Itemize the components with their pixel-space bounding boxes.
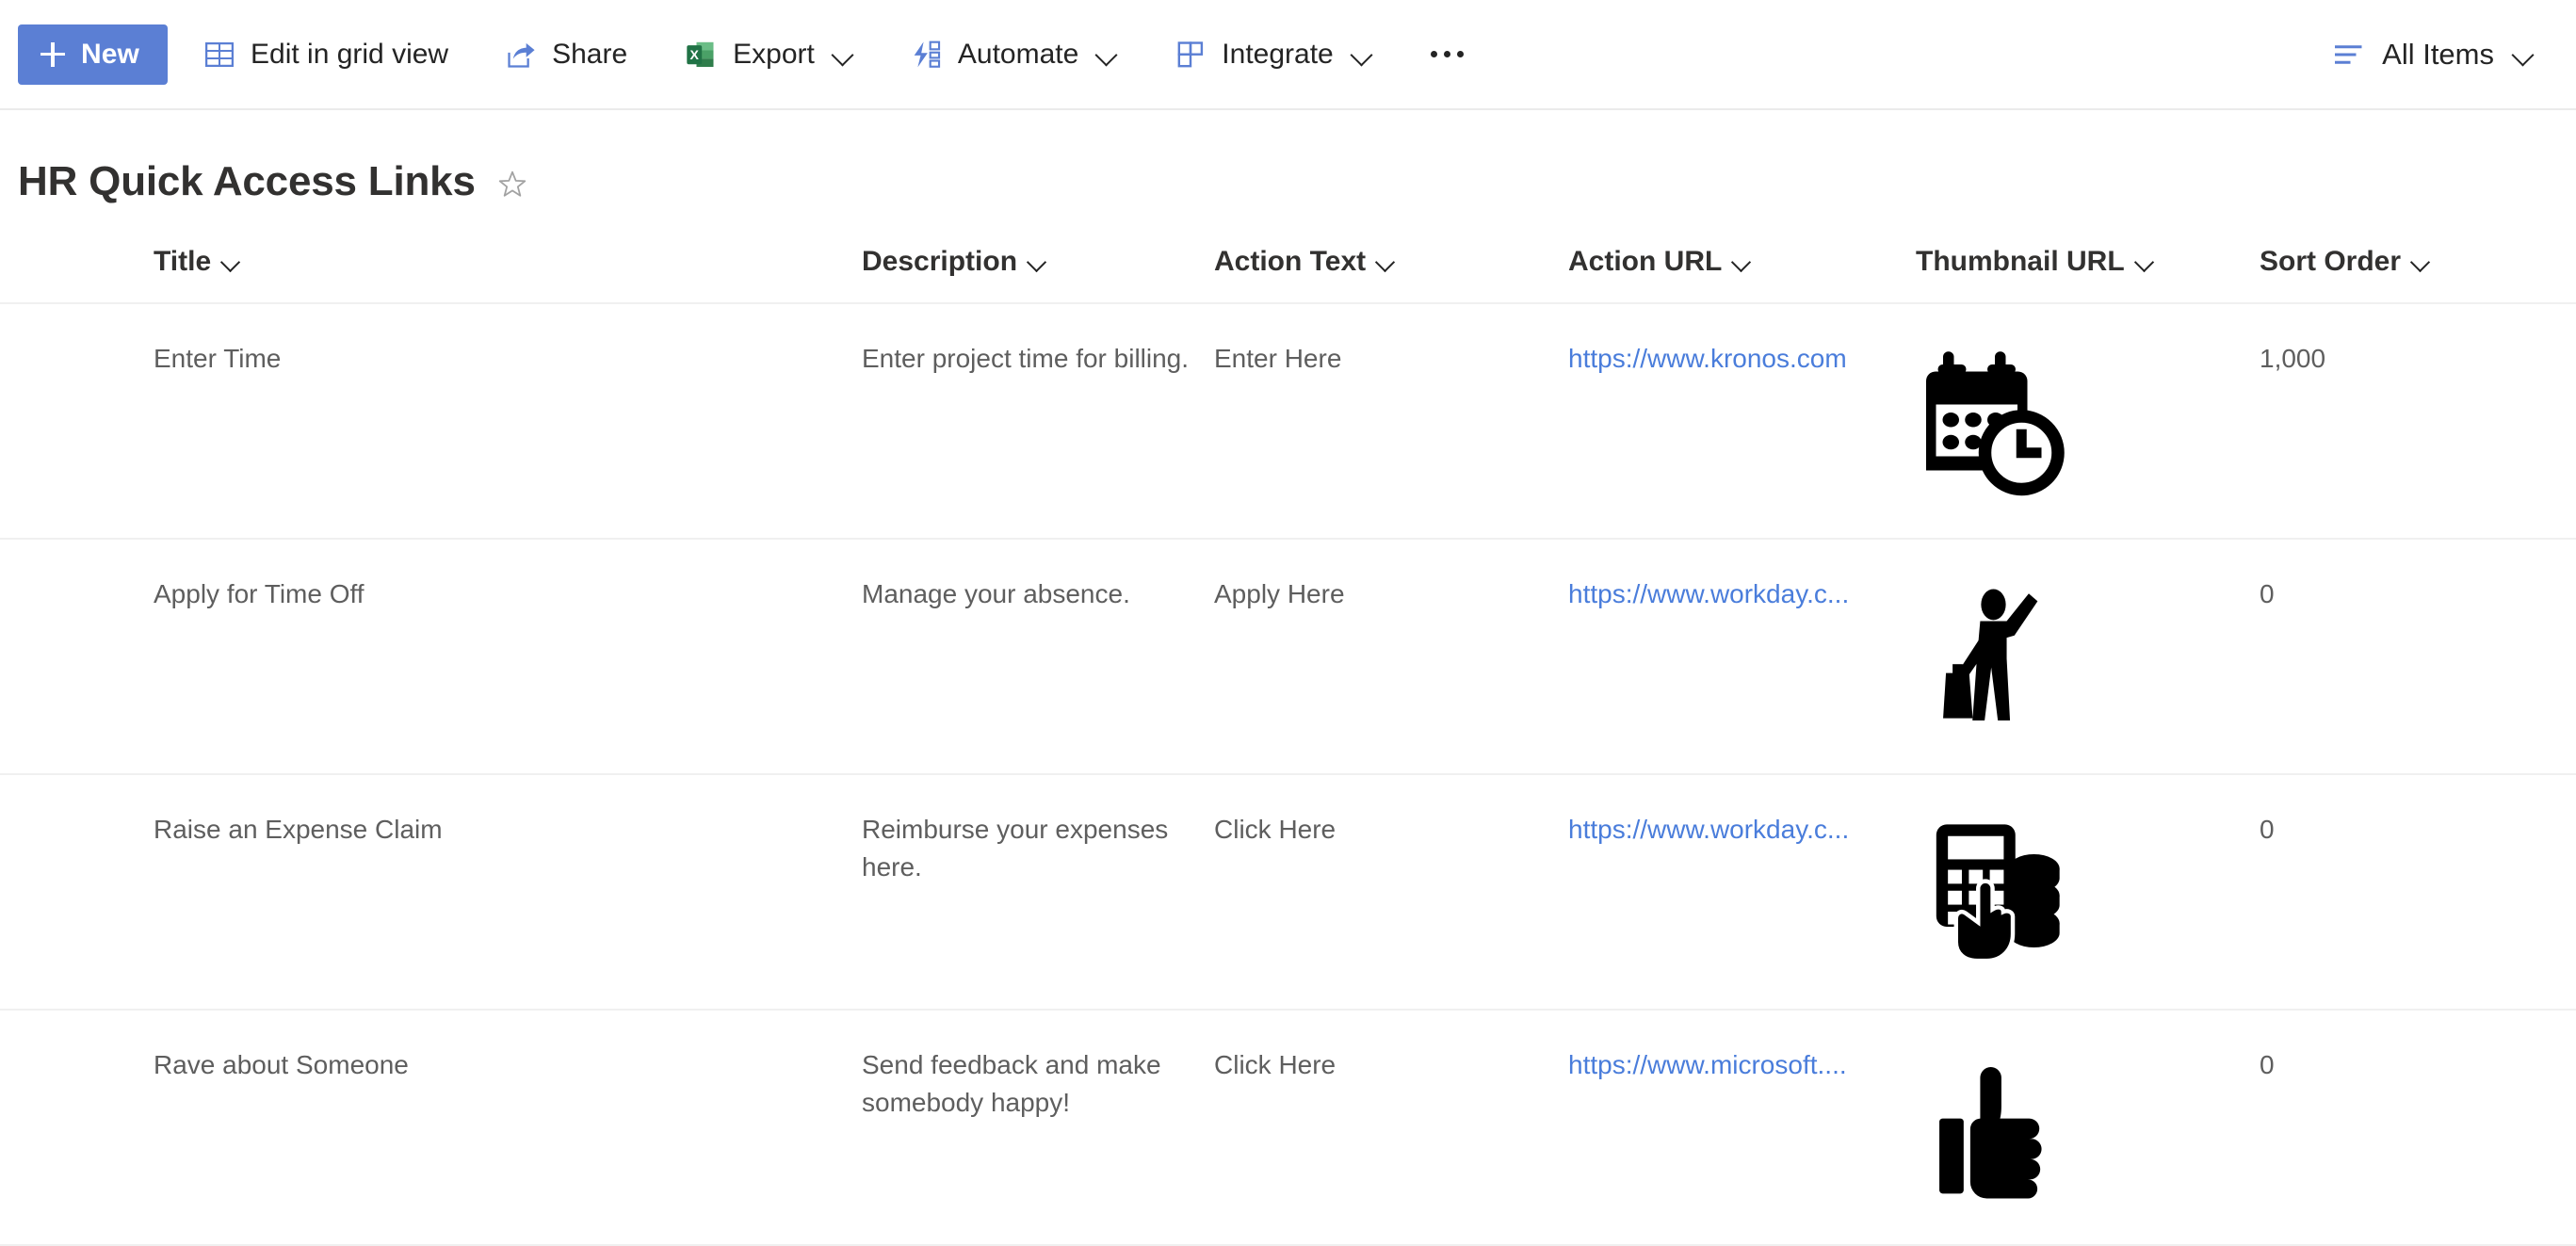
row-gutter xyxy=(0,774,154,1010)
command-bar: New Edit in grid view Share X Export Aut… xyxy=(0,0,2576,110)
cell-description: Manage your absence. xyxy=(862,579,1130,609)
cell-description: Reimburse your expenses here. xyxy=(862,815,1169,882)
table-row[interactable]: Enter Time Enter project time for billin… xyxy=(0,303,2576,539)
edit-in-grid-view-button[interactable]: Edit in grid view xyxy=(183,24,469,85)
ellipsis-dot-icon xyxy=(1431,51,1438,57)
cell-title: Raise an Expense Claim xyxy=(154,815,443,845)
edit-in-grid-view-label: Edit in grid view xyxy=(251,38,449,70)
table-row[interactable]: Raise an Expense Claim Reimburse your ex… xyxy=(0,774,2576,1010)
cell-title: Rave about Someone xyxy=(154,1050,409,1080)
export-label: Export xyxy=(733,38,815,70)
svg-text:X: X xyxy=(690,46,700,61)
cell-action-url[interactable]: https://www.microsoft.... xyxy=(1568,1010,1916,1245)
table-row[interactable]: Apply for Time Off Manage your absence. … xyxy=(0,539,2576,774)
cell-action-text: Click Here xyxy=(1214,815,1337,845)
grid-icon xyxy=(203,39,235,71)
cell-sort-order: 0 xyxy=(2260,815,2275,845)
command-bar-right-group: All Items xyxy=(2332,0,2535,108)
automate-label: Automate xyxy=(957,38,1079,70)
share-icon xyxy=(505,39,537,71)
action-url-link[interactable]: https://www.kronos.com xyxy=(1568,344,1847,373)
cell-title: Enter Time xyxy=(154,344,282,374)
cell-action-text: Click Here xyxy=(1214,1050,1337,1080)
chevron-down-icon xyxy=(2514,44,2535,65)
view-selector[interactable]: All Items xyxy=(2332,38,2535,72)
chevron-down-icon xyxy=(1733,251,1754,272)
action-url-link[interactable]: https://www.workday.c... xyxy=(1568,815,1849,844)
excel-icon: X xyxy=(684,38,718,72)
cell-thumbnail xyxy=(1916,1010,2260,1245)
list-table: Title Description Action Text Action URL… xyxy=(0,246,2576,1246)
integrate-button[interactable]: Integrate xyxy=(1154,24,1393,85)
column-header-title-label: Title xyxy=(154,246,212,278)
action-url-link[interactable]: https://www.workday.c... xyxy=(1568,579,1849,608)
cell-action-url[interactable]: https://www.workday.c... xyxy=(1568,774,1916,1010)
favorite-star-icon[interactable] xyxy=(496,163,528,201)
cell-description: Enter project time for billing. xyxy=(862,344,1190,374)
list-view-icon xyxy=(2332,40,2366,69)
column-header-action-url[interactable]: Action URL xyxy=(1568,246,1916,303)
share-button[interactable]: Share xyxy=(484,24,648,85)
integrate-icon xyxy=(1175,39,1207,71)
table-row[interactable]: Rave about Someone Send feedback and mak… xyxy=(0,1010,2576,1246)
cell-sort-order: 0 xyxy=(2260,579,2275,609)
cell-thumbnail xyxy=(1916,774,2260,1010)
ellipsis-dot-icon xyxy=(1457,51,1465,57)
chevron-down-icon xyxy=(834,44,854,65)
row-gutter xyxy=(0,246,154,303)
column-header-thumbnail-url-label: Thumbnail URL xyxy=(1916,246,2125,278)
ellipsis-dot-icon xyxy=(1444,51,1451,57)
cell-description: Send feedback and make somebody happy! xyxy=(862,1050,1161,1118)
cell-title: Apply for Time Off xyxy=(154,579,365,609)
new-button-label: New xyxy=(81,38,139,70)
action-url-link[interactable]: https://www.microsoft.... xyxy=(1568,1050,1847,1079)
integrate-label: Integrate xyxy=(1222,38,1334,70)
chevron-down-icon xyxy=(1097,44,1118,65)
thumbs-up-icon xyxy=(1916,1046,2078,1208)
list-header-row: Title Description Action Text Action URL… xyxy=(0,246,2576,303)
page-header: HR Quick Access Links xyxy=(0,110,2576,204)
page-title: HR Quick Access Links xyxy=(18,158,476,204)
cell-action-url[interactable]: https://www.kronos.com xyxy=(1568,303,1916,539)
traveler-luggage-icon xyxy=(1916,575,2078,737)
new-button[interactable]: New xyxy=(18,24,168,85)
list-body: Enter Time Enter project time for billin… xyxy=(0,303,2576,1246)
column-header-thumbnail-url[interactable]: Thumbnail URL xyxy=(1916,246,2260,303)
chevron-down-icon xyxy=(1353,44,1373,65)
calculator-coins-icon xyxy=(1916,811,2078,973)
view-selector-label: All Items xyxy=(2382,37,2494,71)
chevron-down-icon xyxy=(1377,251,1398,272)
more-options-button[interactable] xyxy=(1415,24,1481,85)
cell-action-url[interactable]: https://www.workday.c... xyxy=(1568,539,1916,774)
cell-action-text: Apply Here xyxy=(1214,579,1345,609)
list-container: Title Description Action Text Action URL… xyxy=(0,246,2576,1246)
plus-icon xyxy=(41,41,65,67)
cell-thumbnail xyxy=(1916,303,2260,539)
row-gutter xyxy=(0,303,154,539)
column-header-sort-order[interactable]: Sort Order xyxy=(2260,246,2576,303)
column-header-action-text[interactable]: Action Text xyxy=(1214,246,1568,303)
row-gutter xyxy=(0,539,154,774)
cell-sort-order: 1,000 xyxy=(2260,344,2326,374)
automate-button[interactable]: Automate xyxy=(890,24,1139,85)
column-header-action-url-label: Action URL xyxy=(1568,246,1723,278)
cell-sort-order: 0 xyxy=(2260,1050,2275,1080)
chevron-down-icon xyxy=(2412,251,2433,272)
chevron-down-icon xyxy=(1029,251,1049,272)
share-label: Share xyxy=(552,38,628,70)
automate-icon xyxy=(911,39,943,71)
cell-action-text: Enter Here xyxy=(1214,344,1342,374)
column-header-description-label: Description xyxy=(862,246,1018,278)
chevron-down-icon xyxy=(222,251,243,272)
column-header-description[interactable]: Description xyxy=(862,246,1214,303)
row-gutter xyxy=(0,1010,154,1245)
column-header-action-text-label: Action Text xyxy=(1214,246,1367,278)
export-button[interactable]: X Export xyxy=(663,24,875,85)
calendar-clock-icon xyxy=(1916,340,2078,502)
chevron-down-icon xyxy=(2136,251,2157,272)
command-bar-left-group: New Edit in grid view Share X Export Aut… xyxy=(18,24,1481,85)
column-header-title[interactable]: Title xyxy=(154,246,862,303)
column-header-sort-order-label: Sort Order xyxy=(2260,246,2402,278)
cell-thumbnail xyxy=(1916,539,2260,774)
